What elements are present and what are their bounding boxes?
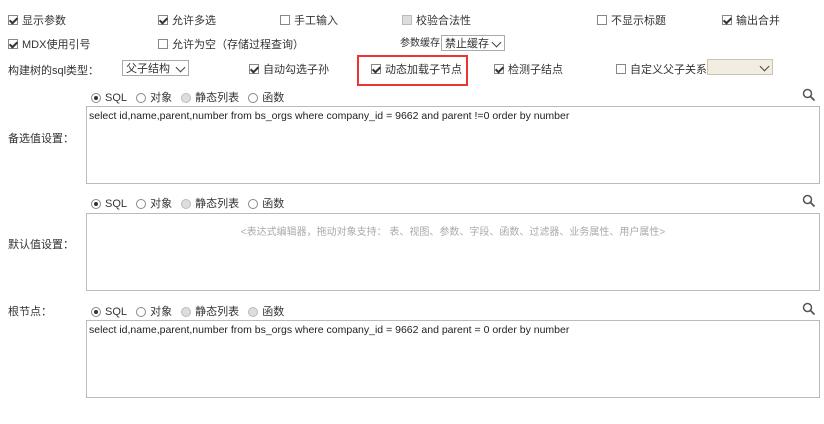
manual-input-checkbox[interactable]	[280, 15, 290, 25]
auto-check-children-label: 自动勾选子孙	[263, 64, 329, 76]
merge-output-label: 输出合并	[736, 15, 780, 27]
mdx-ref-checkbox[interactable]	[8, 39, 18, 49]
section1-label: 备选值设置：	[8, 133, 74, 145]
expression-editor-placeholder: <表达式编辑器，拖动对象支持： 表、视图、参数、字段、函数、过滤器、业务属性、用…	[240, 227, 666, 238]
root-node-sql-text: select id,name,parent,number from bs_org…	[89, 324, 570, 336]
hide-title-option[interactable]: 不显示标题	[597, 13, 666, 27]
merge-output-option[interactable]: 输出合并	[722, 13, 780, 27]
detect-child-label: 检测子结点	[508, 64, 563, 76]
radio-function	[248, 307, 259, 317]
candidate-sql-text: select id,name,parent,number from bs_org…	[89, 110, 570, 122]
radio-sql-label: SQL	[105, 92, 128, 104]
dynamic-load-option[interactable]: 动态加载子节点	[371, 62, 462, 76]
section3-label: 根节点：	[8, 306, 52, 318]
source-type-radio-group-1[interactable]: SQL 对象 静态列表 函数	[91, 89, 290, 105]
search-icon[interactable]	[802, 194, 816, 208]
auto-check-children-option[interactable]: 自动勾选子孙	[249, 62, 329, 76]
chevron-down-icon	[491, 37, 502, 48]
chevron-down-icon	[175, 62, 186, 73]
allow-empty-label: 允许为空（存储过程查询）	[172, 39, 304, 51]
manual-input-label: 手工输入	[294, 15, 338, 27]
merge-output-checkbox[interactable]	[722, 15, 732, 25]
radio-static-list-label: 静态列表	[195, 306, 240, 318]
allow-empty-checkbox[interactable]	[158, 39, 168, 49]
param-cache-value: 禁止缓存	[445, 38, 489, 50]
tree-sql-type-value: 父子结构	[126, 63, 170, 75]
radio-static-list	[181, 199, 192, 209]
radio-object[interactable]	[136, 307, 147, 317]
radio-function[interactable]	[248, 199, 259, 209]
hide-title-checkbox[interactable]	[597, 15, 607, 25]
param-cache-label: 参数缓存	[400, 38, 440, 49]
tree-sql-type-select[interactable]: 父子结构	[122, 60, 189, 76]
manual-input-option[interactable]: 手工输入	[280, 13, 338, 27]
show-params-checkbox[interactable]	[8, 15, 18, 25]
custom-parent-child-label: 自定义父子关系	[630, 64, 707, 76]
radio-object-label: 对象	[150, 198, 173, 210]
tree-sql-type-label: 构建树的sql类型：	[8, 65, 100, 77]
radio-function[interactable]	[248, 93, 259, 103]
radio-object-label: 对象	[150, 306, 173, 318]
radio-static-list	[181, 307, 192, 317]
source-type-radio-group-2[interactable]: SQL 对象 静态列表 函数	[91, 195, 290, 211]
allow-multi-checkbox[interactable]	[158, 15, 168, 25]
auto-check-children-checkbox[interactable]	[249, 64, 259, 74]
custom-parent-child-select[interactable]	[707, 59, 773, 75]
mdx-ref-label: MDX使用引号	[22, 39, 91, 51]
custom-parent-child-option[interactable]: 自定义父子关系	[616, 62, 707, 76]
radio-sql-label: SQL	[105, 198, 128, 210]
validate-checkbox	[402, 15, 412, 25]
hide-title-label: 不显示标题	[611, 15, 666, 27]
chevron-down-icon	[759, 61, 770, 72]
allow-empty-option[interactable]: 允许为空（存储过程查询）	[158, 37, 304, 51]
custom-parent-child-checkbox[interactable]	[616, 64, 626, 74]
show-params-option[interactable]: 显示参数	[8, 13, 66, 27]
show-params-label: 显示参数	[22, 15, 66, 27]
validate-label: 校验合法性	[416, 15, 471, 27]
detect-child-option[interactable]: 检测子结点	[494, 62, 563, 76]
mdx-ref-option[interactable]: MDX使用引号	[8, 37, 90, 51]
radio-static-list-label: 静态列表	[195, 92, 240, 104]
dynamic-load-label: 动态加载子节点	[385, 64, 462, 76]
root-node-sql-textarea[interactable]: select id,name,parent,number from bs_org…	[86, 320, 820, 398]
search-icon[interactable]	[802, 88, 816, 102]
radio-function-label: 函数	[262, 198, 285, 210]
allow-multi-option[interactable]: 允许多选	[158, 13, 216, 27]
section2-label: 默认值设置：	[8, 239, 74, 251]
source-type-radio-group-3[interactable]: SQL 对象 静态列表 函数	[91, 303, 290, 319]
radio-sql-label: SQL	[105, 306, 128, 318]
dynamic-load-checkbox[interactable]	[371, 64, 381, 74]
radio-function-label: 函数	[262, 92, 285, 104]
candidate-sql-textarea[interactable]: select id,name,parent,number from bs_org…	[86, 106, 820, 184]
default-value-textarea[interactable]: <表达式编辑器，拖动对象支持： 表、视图、参数、字段、函数、过滤器、业务属性、用…	[86, 213, 820, 291]
radio-object[interactable]	[136, 199, 147, 209]
radio-function-label: 函数	[262, 306, 285, 318]
radio-object-label: 对象	[150, 92, 173, 104]
allow-multi-label: 允许多选	[172, 15, 216, 27]
search-icon[interactable]	[802, 302, 816, 316]
radio-static-list-label: 静态列表	[195, 198, 240, 210]
radio-sql[interactable]	[91, 199, 101, 209]
radio-sql[interactable]	[91, 93, 101, 103]
radio-sql[interactable]	[91, 307, 101, 317]
validate-option: 校验合法性	[402, 13, 471, 27]
radio-object[interactable]	[136, 93, 147, 103]
param-cache-select[interactable]: 禁止缓存	[441, 35, 505, 51]
radio-static-list	[181, 93, 192, 103]
detect-child-checkbox[interactable]	[494, 64, 504, 74]
